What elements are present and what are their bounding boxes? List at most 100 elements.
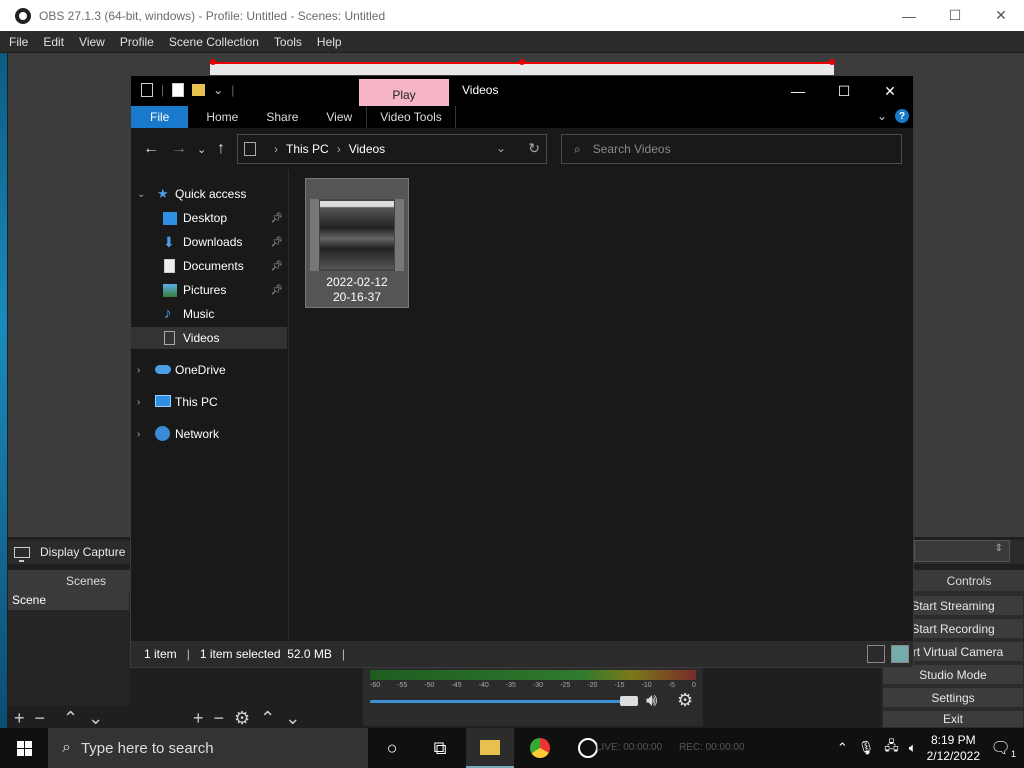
expand-ribbon-icon[interactable]: ⌄	[877, 109, 887, 123]
pin-icon[interactable]: 📌︎	[270, 237, 283, 248]
tab-video-tools[interactable]: Video Tools	[366, 106, 456, 128]
large-icons-view-icon[interactable]	[891, 645, 909, 663]
new-folder-icon[interactable]	[192, 84, 206, 96]
tab-file[interactable]: File	[131, 106, 189, 128]
clock[interactable]: 8:19 PM 2/12/2022	[927, 732, 980, 764]
menu-profile[interactable]: Profile	[120, 35, 154, 49]
file-item[interactable]: 2022-02-12 20-16-37	[305, 178, 409, 308]
notification-count: 1	[1010, 749, 1016, 760]
customize-qat-icon[interactable]: ⌄	[213, 83, 223, 97]
close-button[interactable]: ✕	[867, 76, 913, 106]
forward-arrow-icon[interactable]: →	[171, 140, 187, 158]
nav-desktop[interactable]: Desktop 📌︎	[131, 207, 287, 229]
chevron-down-icon[interactable]: ⌄	[496, 141, 506, 155]
menu-edit[interactable]: Edit	[43, 35, 64, 49]
add-icon[interactable]: +	[14, 708, 25, 729]
add-icon[interactable]: +	[193, 708, 204, 729]
nav-onedrive[interactable]: › OneDrive	[131, 359, 287, 381]
chrome-taskbar-icon[interactable]	[516, 728, 564, 768]
chevron-up-icon[interactable]: ⌃	[837, 740, 848, 756]
search-box[interactable]: ⌕ Search Videos	[561, 134, 902, 164]
controls-header: Controls	[914, 570, 1024, 591]
file-list[interactable]: 2022-02-12 20-16-37	[289, 170, 913, 641]
menu-tools[interactable]: Tools	[274, 35, 302, 49]
menu-view[interactable]: View	[79, 35, 105, 49]
pin-icon[interactable]: 📌︎	[270, 285, 283, 296]
nav-music[interactable]: ♪ Music	[131, 303, 287, 325]
exit-button[interactable]: Exit	[882, 710, 1024, 728]
nav-quick-access[interactable]: ⌄ ★ Quick access	[131, 183, 287, 205]
cortana-icon[interactable]: ○	[368, 728, 416, 768]
volume-slider[interactable]	[370, 700, 635, 703]
breadcrumb-videos[interactable]: Videos	[349, 142, 385, 156]
speaker-icon[interactable]: 🔊︎	[646, 690, 657, 711]
notification-icon[interactable]: 🗨︎1	[991, 738, 1016, 759]
sources-toolbar: + − ⚙ ⌃ ⌄	[193, 708, 310, 729]
microphone-icon[interactable]: 🎙︎	[858, 740, 875, 756]
nav-videos[interactable]: Videos	[131, 327, 287, 349]
chevron-right-icon[interactable]: ›	[337, 142, 341, 156]
nav-this-pc[interactable]: › This PC	[131, 391, 287, 413]
settings-button[interactable]: Settings	[882, 687, 1024, 708]
nav-pictures[interactable]: Pictures 📌︎	[131, 279, 287, 301]
maximize-button[interactable]: ☐	[932, 0, 978, 31]
remove-icon[interactable]: −	[35, 708, 46, 729]
gear-icon[interactable]: ⚙	[234, 708, 250, 729]
scene-list-item[interactable]: Scene	[8, 591, 129, 610]
volume-icon[interactable]: 🔈︎	[909, 740, 917, 756]
start-button[interactable]	[0, 728, 48, 768]
tab-home[interactable]: Home	[192, 106, 252, 128]
chevron-right-icon[interactable]: ›	[274, 142, 278, 156]
close-button[interactable]: ✕	[978, 0, 1024, 31]
chevron-right-icon[interactable]: ›	[137, 429, 140, 440]
nav-label: Desktop	[183, 211, 228, 225]
move-down-icon[interactable]: ⌄	[88, 708, 103, 729]
chevron-right-icon[interactable]: ›	[137, 397, 140, 408]
minimize-button[interactable]: —	[886, 0, 932, 31]
move-down-icon[interactable]: ⌄	[285, 708, 300, 729]
clock-time: 8:19 PM	[930, 733, 976, 747]
nav-network[interactable]: › Network	[131, 423, 287, 445]
tab-view[interactable]: View	[312, 106, 366, 128]
search-placeholder: Search Videos	[592, 142, 671, 156]
taskbar-search[interactable]: ⌕ Type here to search	[48, 728, 368, 768]
back-arrow-icon[interactable]: ←	[143, 140, 159, 158]
nav-downloads[interactable]: ⬇ Downloads 📌︎	[131, 231, 287, 253]
minimize-button[interactable]: —	[775, 76, 821, 106]
file-explorer-taskbar-icon[interactable]	[466, 728, 514, 768]
tick-label: -45	[451, 682, 462, 689]
move-up-icon[interactable]: ⌃	[63, 708, 78, 729]
tab-share[interactable]: Share	[252, 106, 312, 128]
resize-handle[interactable]	[519, 59, 525, 65]
properties-spinbox[interactable]: ⇕	[914, 540, 1010, 562]
refresh-icon[interactable]: ↻	[528, 140, 540, 157]
maximize-button[interactable]: ☐	[821, 76, 867, 106]
move-up-icon[interactable]: ⌃	[260, 708, 275, 729]
gear-icon[interactable]: ⚙	[677, 690, 693, 711]
properties-icon[interactable]	[172, 83, 185, 97]
nav-documents[interactable]: Documents 📌︎	[131, 255, 287, 277]
tab-play[interactable]: Play	[359, 79, 449, 106]
menu-file[interactable]: File	[9, 35, 28, 49]
recent-locations-icon[interactable]: ⌄	[197, 143, 206, 156]
spin-arrows-icon[interactable]: ⇕	[995, 543, 1003, 554]
remove-icon[interactable]: −	[214, 708, 225, 729]
task-view-icon[interactable]: ⧉	[416, 728, 464, 768]
details-view-icon[interactable]	[867, 645, 885, 663]
explorer-window-title: Videos	[462, 83, 499, 97]
nav-label: Network	[175, 427, 220, 441]
volume-slider-handle[interactable]	[620, 696, 638, 706]
chevron-right-icon[interactable]: ›	[137, 365, 140, 376]
menu-scene-collection[interactable]: Scene Collection	[169, 35, 259, 49]
resize-handle[interactable]	[829, 59, 835, 65]
menu-help[interactable]: Help	[317, 35, 342, 49]
network-status-icon[interactable]: 🖧	[884, 737, 899, 759]
pin-icon[interactable]: 📌︎	[270, 261, 283, 272]
chevron-down-icon[interactable]: ⌄	[137, 189, 145, 200]
address-bar[interactable]: › This PC › Videos ⌄ ↻	[237, 134, 547, 164]
help-icon[interactable]: ?	[895, 109, 909, 123]
pin-icon[interactable]: 📌︎	[270, 213, 283, 224]
up-arrow-icon[interactable]: ↑	[217, 140, 225, 158]
resize-handle[interactable]	[210, 59, 216, 65]
breadcrumb-this-pc[interactable]: This PC	[286, 142, 329, 156]
